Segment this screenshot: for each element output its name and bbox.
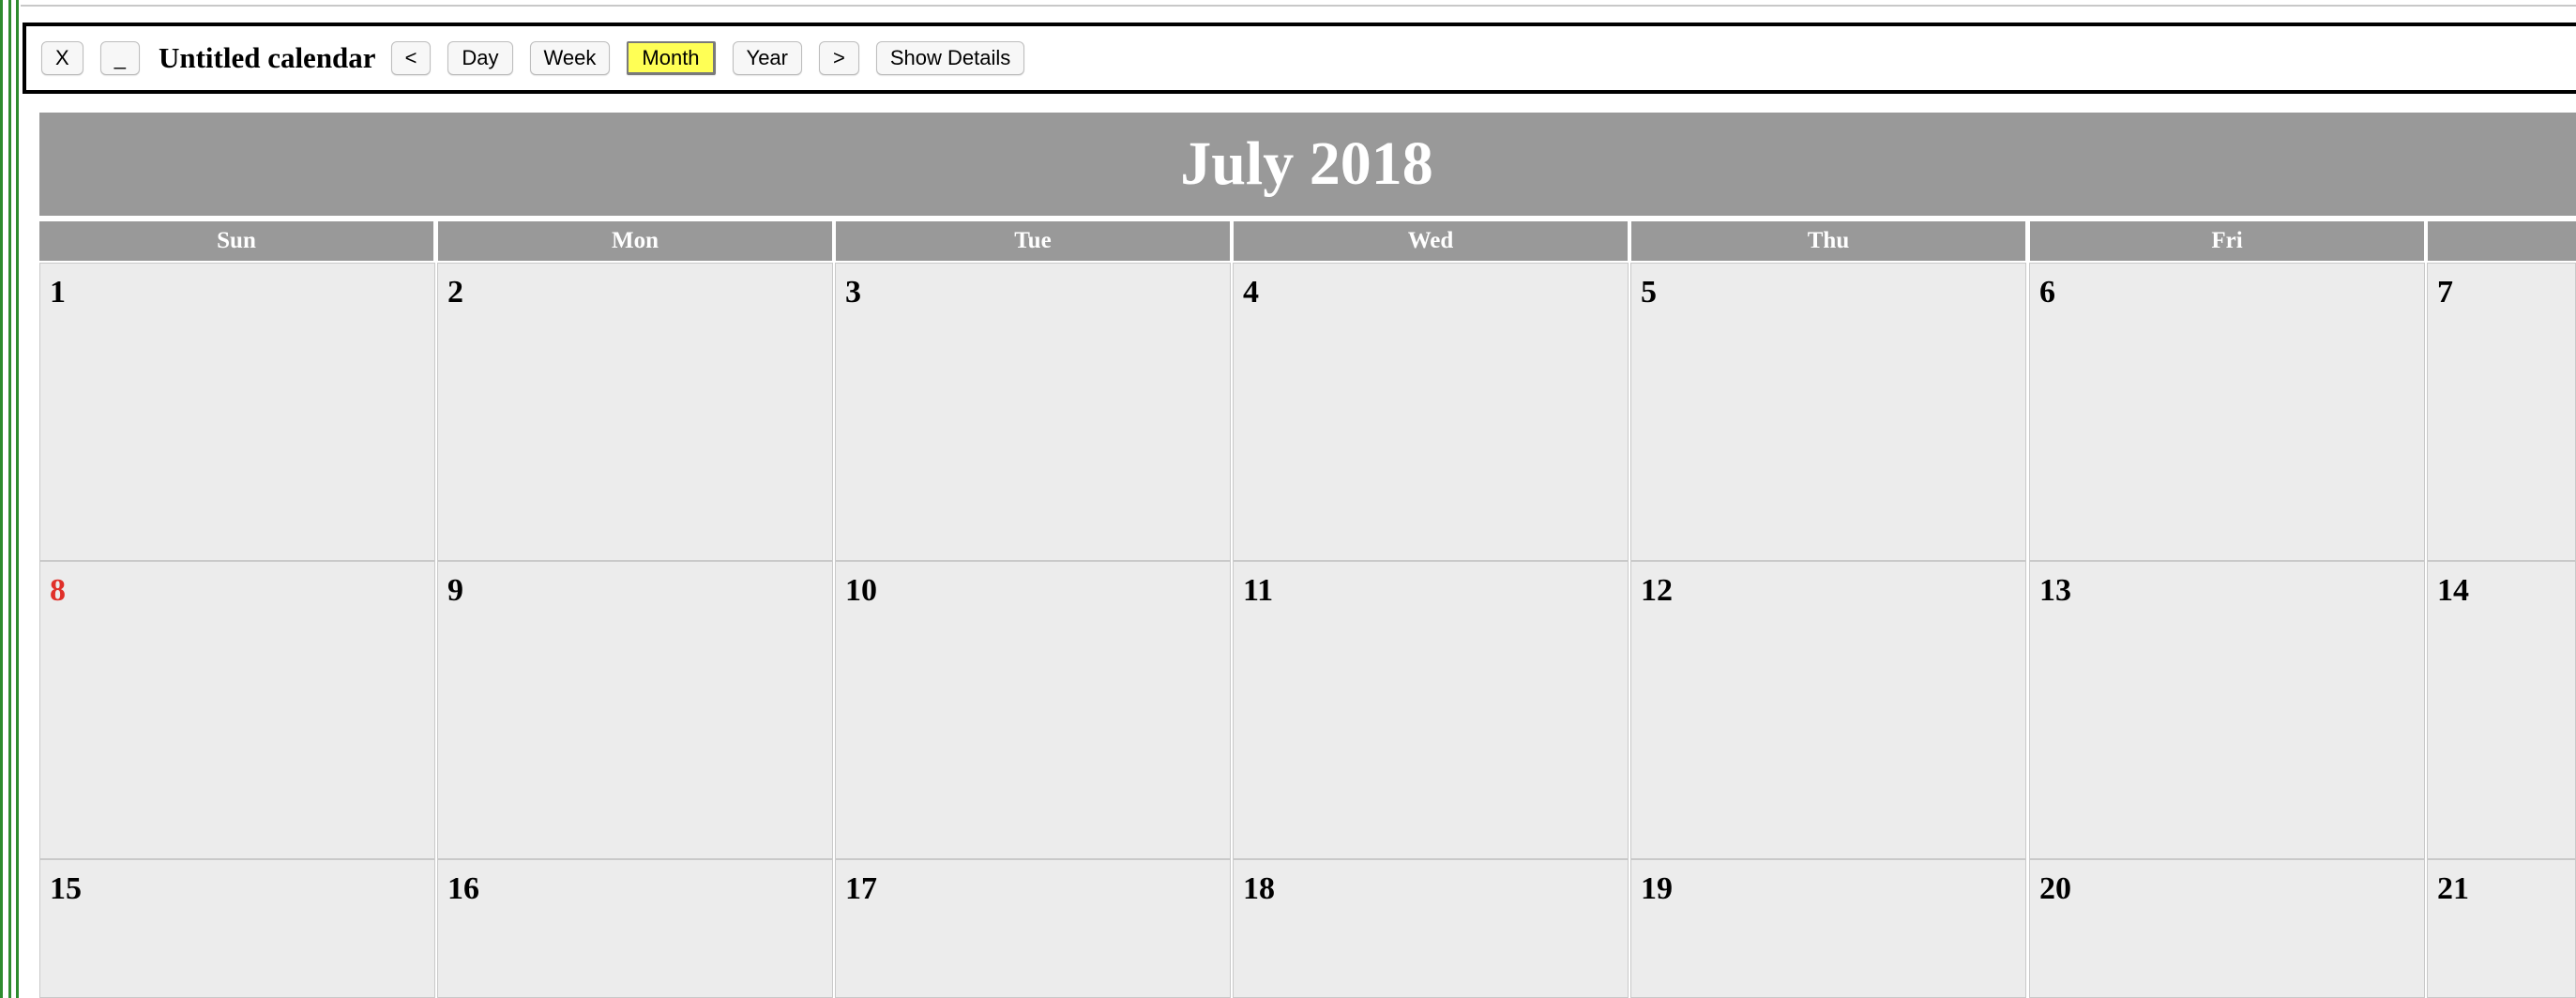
day-number: 11: [1243, 573, 1274, 608]
day-number: 17: [845, 871, 877, 906]
day-number: 19: [1641, 871, 1673, 906]
window-border-left: [0, 0, 3, 998]
day-cell[interactable]: 13: [2029, 561, 2425, 859]
day-number: 7: [2437, 275, 2453, 310]
day-cell[interactable]: 16: [437, 859, 833, 998]
day-cell[interactable]: 20: [2029, 859, 2425, 998]
year-view-button[interactable]: Year: [732, 41, 802, 75]
day-cell[interactable]: 10: [835, 561, 1231, 859]
day-number: 13: [2039, 573, 2071, 608]
day-cell[interactable]: 9: [437, 561, 833, 859]
day-number: 2: [447, 275, 463, 310]
month-header: July 2018: [39, 113, 2576, 216]
week-view-button[interactable]: Week: [529, 41, 611, 75]
calendar-title: Untitled calendar: [158, 41, 376, 74]
day-number: 6: [2039, 275, 2055, 310]
day-cell[interactable]: 6: [2029, 263, 2425, 561]
day-cell[interactable]: 12: [1630, 561, 2026, 859]
weekday-header-fri: Fri: [2030, 221, 2424, 261]
day-number: 4: [1243, 275, 1259, 310]
day-number: 12: [1641, 573, 1673, 608]
day-number: 10: [845, 573, 877, 608]
day-number-today: 8: [50, 573, 66, 608]
weekday-header-sun: Sun: [39, 221, 433, 261]
top-divider: [21, 5, 2576, 7]
day-cell[interactable]: 15: [39, 859, 435, 998]
weekday-header-wed: Wed: [1234, 221, 1628, 261]
day-cell[interactable]: 21: [2427, 859, 2576, 998]
day-cell[interactable]: 14: [2427, 561, 2576, 859]
day-number: 5: [1641, 275, 1657, 310]
day-number: 1: [50, 275, 66, 310]
day-number: 15: [50, 871, 82, 906]
window-border-left-inner-2: [16, 0, 19, 998]
day-number: 3: [845, 275, 861, 310]
day-cell[interactable]: 18: [1233, 859, 1629, 998]
day-cell[interactable]: 17: [835, 859, 1231, 998]
day-view-button[interactable]: Day: [447, 41, 513, 75]
next-button[interactable]: >: [819, 41, 859, 75]
day-number: 16: [447, 871, 479, 906]
calendar-toolbar: X _ Untitled calendar < Day Week Month Y…: [23, 23, 2576, 94]
weekday-header-mon: Mon: [438, 221, 832, 261]
day-cell[interactable]: 3: [835, 263, 1231, 561]
weekday-header-sat: [2428, 221, 2576, 261]
month-view-button[interactable]: Month: [627, 41, 716, 75]
day-number: 9: [447, 573, 463, 608]
minimize-button[interactable]: _: [99, 41, 140, 75]
day-cell[interactable]: 2: [437, 263, 833, 561]
month-title: July 2018: [1180, 129, 1433, 198]
window-border-left-inner: [8, 0, 11, 998]
day-cell[interactable]: 1: [39, 263, 435, 561]
weekday-header-tue: Tue: [836, 221, 1230, 261]
weekday-header-thu: Thu: [1631, 221, 2025, 261]
day-cell[interactable]: 8: [39, 561, 435, 859]
day-number: 18: [1243, 871, 1275, 906]
day-cell[interactable]: 7: [2427, 263, 2576, 561]
day-cell[interactable]: 11: [1233, 561, 1629, 859]
close-button[interactable]: X: [41, 41, 83, 75]
day-cell[interactable]: 5: [1630, 263, 2026, 561]
day-number: 21: [2437, 871, 2469, 906]
day-cell[interactable]: 19: [1630, 859, 2026, 998]
show-details-button[interactable]: Show Details: [875, 41, 1025, 75]
day-cell[interactable]: 4: [1233, 263, 1629, 561]
day-number: 20: [2039, 871, 2071, 906]
day-number: 14: [2437, 573, 2469, 608]
prev-button[interactable]: <: [390, 41, 432, 75]
